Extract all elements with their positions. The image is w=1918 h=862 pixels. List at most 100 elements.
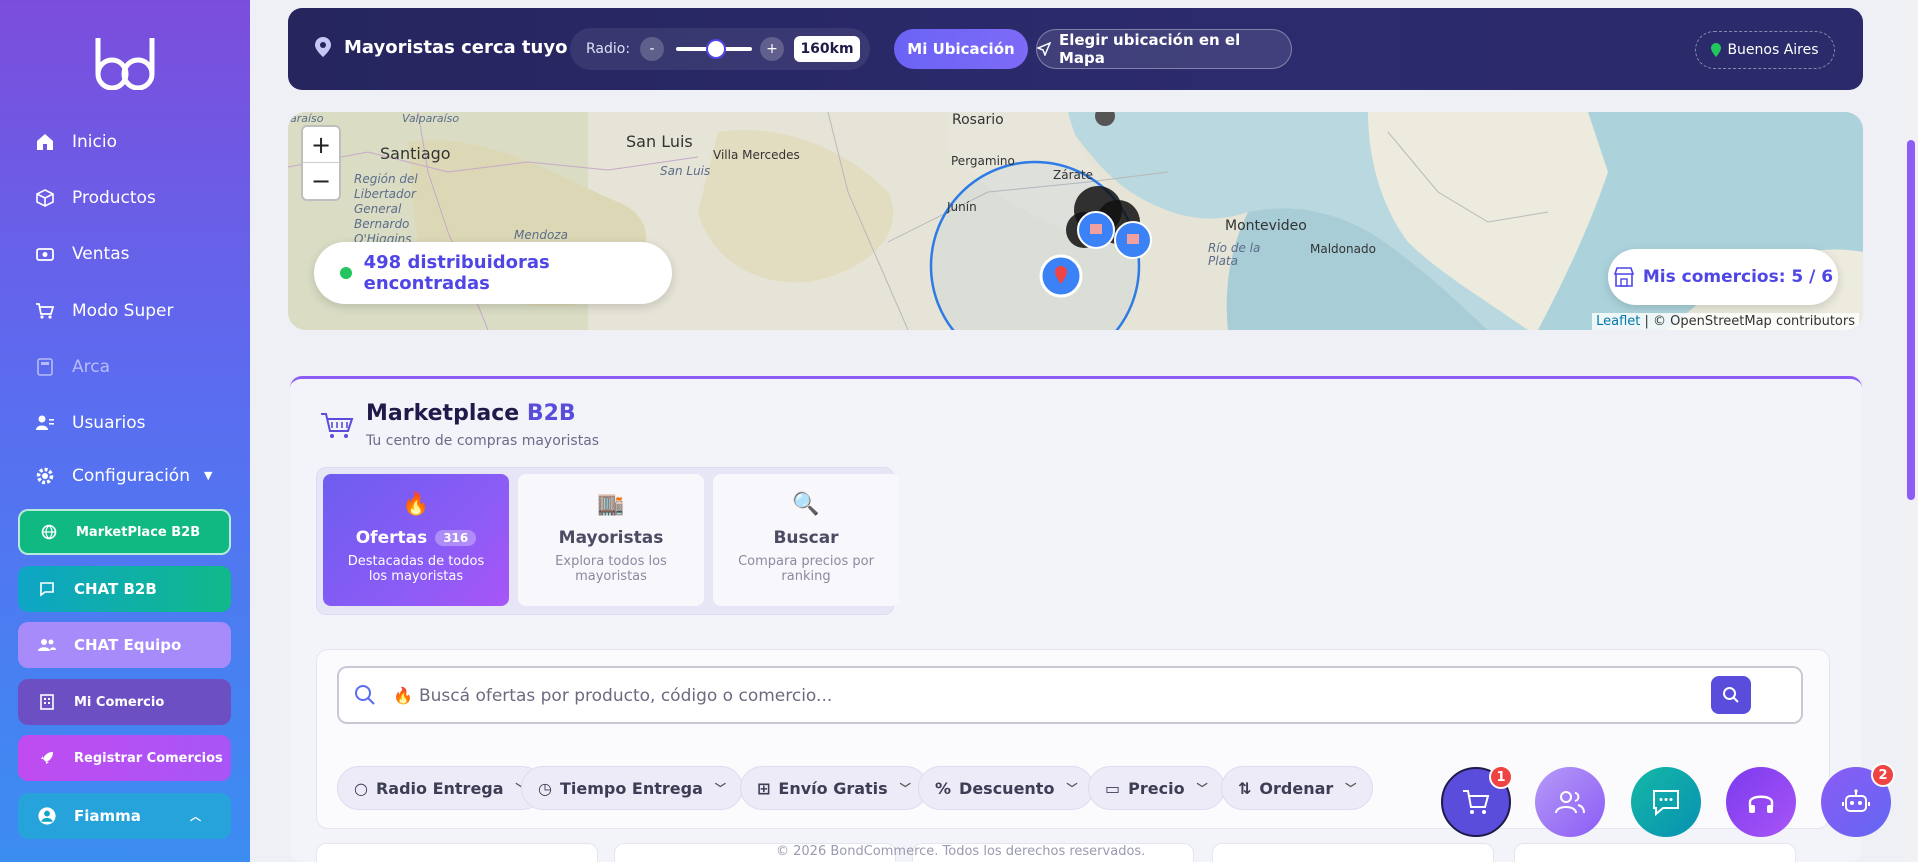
filter-ordenar[interactable]: ⇅ Ordenar ﹀ (1221, 766, 1374, 810)
sidebar-item-arca[interactable]: Arca (34, 352, 110, 382)
contacts-fab[interactable] (1535, 767, 1605, 837)
circle-icon: ○ (354, 778, 368, 798)
filter-label: Descuento (959, 778, 1055, 798)
chevron-down-icon: ﹀ (714, 782, 726, 795)
bd-logo[interactable] (92, 34, 158, 90)
user-menu[interactable]: Fiamma ︿ (18, 793, 231, 839)
radius-minus-button[interactable]: - (640, 37, 664, 61)
globe-icon (40, 523, 58, 541)
radius-control: Radio: - + 160km (570, 28, 870, 70)
search-icon (355, 685, 375, 705)
search-button[interactable] (1711, 676, 1751, 714)
fire-icon: 🔥 (393, 686, 413, 705)
filter-descuento[interactable]: % Descuento ﹀ (918, 766, 1095, 810)
sidebar-item-modo-super[interactable]: Modo Super (34, 296, 173, 326)
filter-tiempo-entrega[interactable]: ◷ Tiempo Entrega ﹀ (521, 766, 743, 810)
sidebar-item-ventas[interactable]: Ventas (34, 239, 129, 269)
sidebar-item-configuracion[interactable]: Configuración ▼ (34, 461, 212, 491)
offer-card[interactable] (1212, 843, 1494, 862)
tab-ofertas-label: Ofertas (355, 528, 428, 548)
cart-fab[interactable]: 1 (1441, 765, 1513, 837)
zoom-out-button[interactable]: − (303, 163, 339, 199)
offer-card[interactable] (316, 843, 598, 862)
choose-map-location-button[interactable]: Elegir ubicación en el Mapa (1036, 29, 1292, 69)
status-dot (340, 267, 352, 279)
city-badge[interactable]: Buenos Aires (1695, 31, 1835, 69)
map-label-libertador: Región del Libertador General Bernardo O… (354, 172, 418, 246)
page-subtitle: Tu centro de compras mayoristas (366, 433, 600, 449)
map-label-rosario: Rosario (952, 112, 1004, 128)
map-view[interactable]: Rosario Santiago San Luis San Luis Villa… (288, 112, 1863, 330)
map-label-valparaiso: Valparaíso (402, 112, 460, 125)
tab-description: Compara precios por ranking (738, 554, 874, 584)
support-fab[interactable] (1726, 767, 1796, 837)
filter-label: Radio Entrega (375, 778, 504, 798)
leaflet-link[interactable]: Leaflet (1596, 314, 1640, 329)
map-label-maldonado: Maldonado (1310, 242, 1376, 256)
filter-envio-gratis[interactable]: ⊞ Envío Gratis ﹀ (740, 766, 928, 810)
chat-bubble-icon (1653, 790, 1679, 817)
sidebar-item-label: Productos (72, 188, 156, 208)
page-scrollbar[interactable] (1904, 0, 1918, 862)
rocket-icon (38, 749, 56, 767)
offers-search-input[interactable]: 🔥 Buscá ofertas por producto, código o c… (337, 666, 1803, 724)
page-title-b: B2B (526, 401, 576, 426)
map-label-rio-de-la-plata: Río de la Plata (1208, 241, 1261, 268)
tab-buscar[interactable]: 🔍 Buscar Compara precios por ranking (713, 474, 899, 606)
location-bar: Mayoristas cerca tuyo Radio: - + 160km M… (288, 8, 1863, 90)
map-label-paraiso: araíso (290, 112, 324, 125)
my-stores-chip[interactable]: Mis comercios: 5 / 6 (1608, 249, 1838, 305)
filter-label: Envío Gratis (778, 778, 888, 798)
my-location-button[interactable]: Mi Ubicación (894, 29, 1028, 69)
users-icon (34, 412, 56, 434)
filter-precio[interactable]: ▭ Precio ﹀ (1088, 766, 1225, 810)
sort-icon: ⇅ (1238, 778, 1252, 798)
map-label-san-luis-province: San Luis (660, 164, 711, 178)
location-title: Mayoristas cerca tuyo (314, 36, 567, 58)
sidebar-item-usuarios[interactable]: Usuarios (34, 408, 145, 438)
sidebar-pill-chat-b2b[interactable]: CHAT B2B (18, 566, 231, 612)
sidebar-item-productos[interactable]: Productos (34, 183, 156, 213)
filter-radio-entrega[interactable]: ○ Radio Entrega ﹀ (337, 766, 544, 810)
sidebar-pill-registrar-comercios[interactable]: Registrar Comercios (18, 735, 231, 781)
filter-label: Ordenar (1259, 778, 1334, 798)
radius-slider-thumb[interactable] (706, 39, 726, 59)
cart-icon (34, 300, 56, 322)
tab-mayoristas[interactable]: 🏬 Mayoristas Explora todos los mayorista… (518, 474, 704, 606)
zoom-in-button[interactable]: + (303, 127, 339, 163)
sidebar-item-label: Ventas (72, 244, 130, 264)
sidebar: Inicio Productos Ventas Modo Super Arca … (0, 0, 250, 862)
radius-plus-button[interactable]: + (760, 37, 784, 61)
sidebar-pill-mi-comercio[interactable]: Mi Comercio (18, 679, 231, 725)
scrollbar-thumb[interactable] (1907, 140, 1915, 500)
map-attribution: Leaflet | © OpenStreetMap contributors (1592, 313, 1859, 330)
map-label-pergamino: Pergamino (951, 154, 1015, 168)
offer-card[interactable] (1514, 843, 1796, 862)
navigation-arrow-icon (1037, 42, 1051, 56)
cart-icon (1463, 790, 1490, 814)
location-pin-icon (1711, 43, 1722, 57)
sidebar-item-inicio[interactable]: Inicio (34, 127, 117, 157)
sidebar-item-label: Inicio (72, 132, 117, 152)
sidebar-pill-marketplace[interactable]: MarketPlace B2B (18, 509, 231, 555)
percent-icon: % (935, 778, 952, 798)
filter-label: Tiempo Entrega (559, 778, 703, 798)
pill-label: CHAT Equipo (74, 636, 182, 654)
footer-copyright: © 2026 BondCommerce. Todos los derechos … (776, 844, 1146, 859)
search-placeholder: Buscá ofertas por producto, código o com… (419, 686, 833, 706)
sidebar-item-label: Arca (72, 357, 111, 377)
sidebar-pill-chat-equipo[interactable]: CHAT Equipo (18, 622, 231, 668)
sidebar-item-label: Usuarios (72, 413, 146, 433)
radius-value: 160km (794, 36, 860, 62)
tab-ofertas[interactable]: 🔥 Ofertas 316 Destacadas de todos los ma… (323, 474, 509, 606)
sidebar-item-label: Modo Super (72, 301, 174, 321)
cash-icon (34, 243, 56, 265)
clock-icon: ◷ (538, 778, 552, 798)
chevron-down-icon: ﹀ (899, 782, 911, 795)
department-store-icon: 🏬 (597, 492, 625, 517)
assistant-bot-fab[interactable]: 2 (1821, 763, 1895, 837)
osm-attribution: | © OpenStreetMap contributors (1640, 314, 1856, 329)
gear-icon (34, 465, 56, 487)
map-label-montevideo: Montevideo (1225, 218, 1307, 234)
chat-fab[interactable] (1631, 767, 1701, 837)
